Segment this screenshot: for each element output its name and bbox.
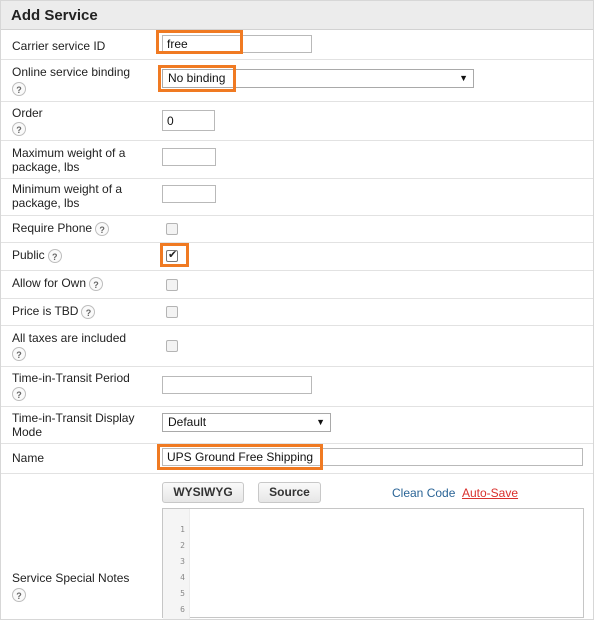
- transit-period-input[interactable]: [162, 376, 312, 394]
- min-weight-input[interactable]: [162, 185, 216, 203]
- row-public: Public? ✔: [1, 243, 593, 271]
- allow-for-own-checkbox[interactable]: [166, 279, 178, 291]
- highlight-public: [160, 243, 189, 267]
- help-icon[interactable]: ?: [81, 304, 96, 319]
- line-number-gutter: 1 2 3 4 5 6: [163, 509, 190, 619]
- online-service-binding-label: Online service binding: [12, 65, 131, 79]
- row-order: Order ?: [1, 102, 593, 141]
- max-weight-label-line1: Maximum weight of a: [12, 146, 126, 160]
- auto-save-link[interactable]: Auto-Save: [462, 486, 518, 500]
- help-icon[interactable]: ?: [47, 248, 62, 263]
- require-phone-checkbox[interactable]: [166, 223, 178, 235]
- help-icon[interactable]: ?: [12, 121, 26, 136]
- transit-display-select[interactable]: Default ▼: [162, 413, 331, 432]
- help-icon[interactable]: ?: [95, 221, 110, 236]
- row-price-tbd: Price is TBD?: [1, 299, 593, 326]
- row-min-weight: Minimum weight of a package, lbs: [1, 179, 593, 216]
- allow-for-own-label: Allow for Own: [12, 276, 87, 290]
- notes-editor[interactable]: 1 2 3 4 5 6: [162, 508, 584, 619]
- price-tbd-checkbox[interactable]: [166, 306, 178, 318]
- transit-display-label-line2: Mode: [12, 425, 43, 439]
- help-icon[interactable]: ?: [12, 386, 26, 401]
- line-number: 6: [180, 605, 185, 614]
- highlight-carrier-service-id: [156, 30, 243, 54]
- wysiwyg-button[interactable]: WYSIWYG: [162, 482, 244, 503]
- row-max-weight: Maximum weight of a package, lbs: [1, 141, 593, 179]
- highlight-online-binding: [158, 65, 236, 92]
- all-taxes-checkbox[interactable]: [166, 340, 178, 352]
- line-number: 1: [180, 525, 185, 534]
- help-icon[interactable]: ?: [12, 81, 26, 96]
- panel-header: Add Service: [1, 1, 593, 30]
- clean-code-link[interactable]: Clean Code: [392, 486, 455, 500]
- row-online-service-binding: Online service binding ? No binding ▼: [1, 60, 593, 102]
- chevron-down-icon: ▼: [459, 73, 468, 83]
- public-label: Public: [12, 248, 45, 262]
- max-weight-label-line2: package, lbs: [12, 160, 80, 174]
- help-icon[interactable]: ?: [12, 587, 26, 602]
- carrier-service-id-label: Carrier service ID: [12, 39, 106, 53]
- chevron-down-icon: ▼: [316, 417, 325, 427]
- panel-title: Add Service: [11, 7, 98, 24]
- min-weight-label-line2: package, lbs: [12, 196, 80, 210]
- help-icon[interactable]: ?: [12, 346, 26, 361]
- source-button[interactable]: Source: [258, 482, 321, 503]
- line-number: 2: [180, 541, 185, 550]
- add-service-panel: Add Service Carrier service ID Online se…: [0, 0, 594, 620]
- min-weight-label-line1: Minimum weight of a: [12, 182, 123, 196]
- transit-display-value: Default: [168, 415, 207, 429]
- max-weight-input[interactable]: [162, 148, 216, 166]
- row-transit-period: Time-in-Transit Period ?: [1, 367, 593, 407]
- row-all-taxes: All taxes are included ?: [1, 326, 593, 367]
- order-input[interactable]: [162, 110, 215, 131]
- order-label: Order: [12, 106, 43, 120]
- row-carrier-service-id: Carrier service ID: [1, 30, 593, 60]
- line-number: 5: [180, 589, 185, 598]
- transit-display-label-line1: Time-in-Transit Display: [12, 411, 135, 425]
- require-phone-label: Require Phone: [12, 221, 93, 235]
- help-icon[interactable]: ?: [89, 276, 104, 291]
- name-label: Name: [12, 451, 45, 465]
- highlight-name: [157, 444, 323, 470]
- price-tbd-label: Price is TBD: [12, 304, 79, 318]
- row-allow-for-own: Allow for Own?: [1, 271, 593, 299]
- transit-period-label: Time-in-Transit Period: [12, 371, 130, 385]
- row-require-phone: Require Phone?: [1, 216, 593, 243]
- line-number: 4: [180, 573, 185, 582]
- special-notes-label: Service Special Notes: [12, 571, 130, 585]
- line-number: 3: [180, 557, 185, 566]
- all-taxes-label: All taxes are included: [12, 331, 127, 345]
- row-transit-display: Time-in-Transit Display Mode Default ▼: [1, 407, 593, 444]
